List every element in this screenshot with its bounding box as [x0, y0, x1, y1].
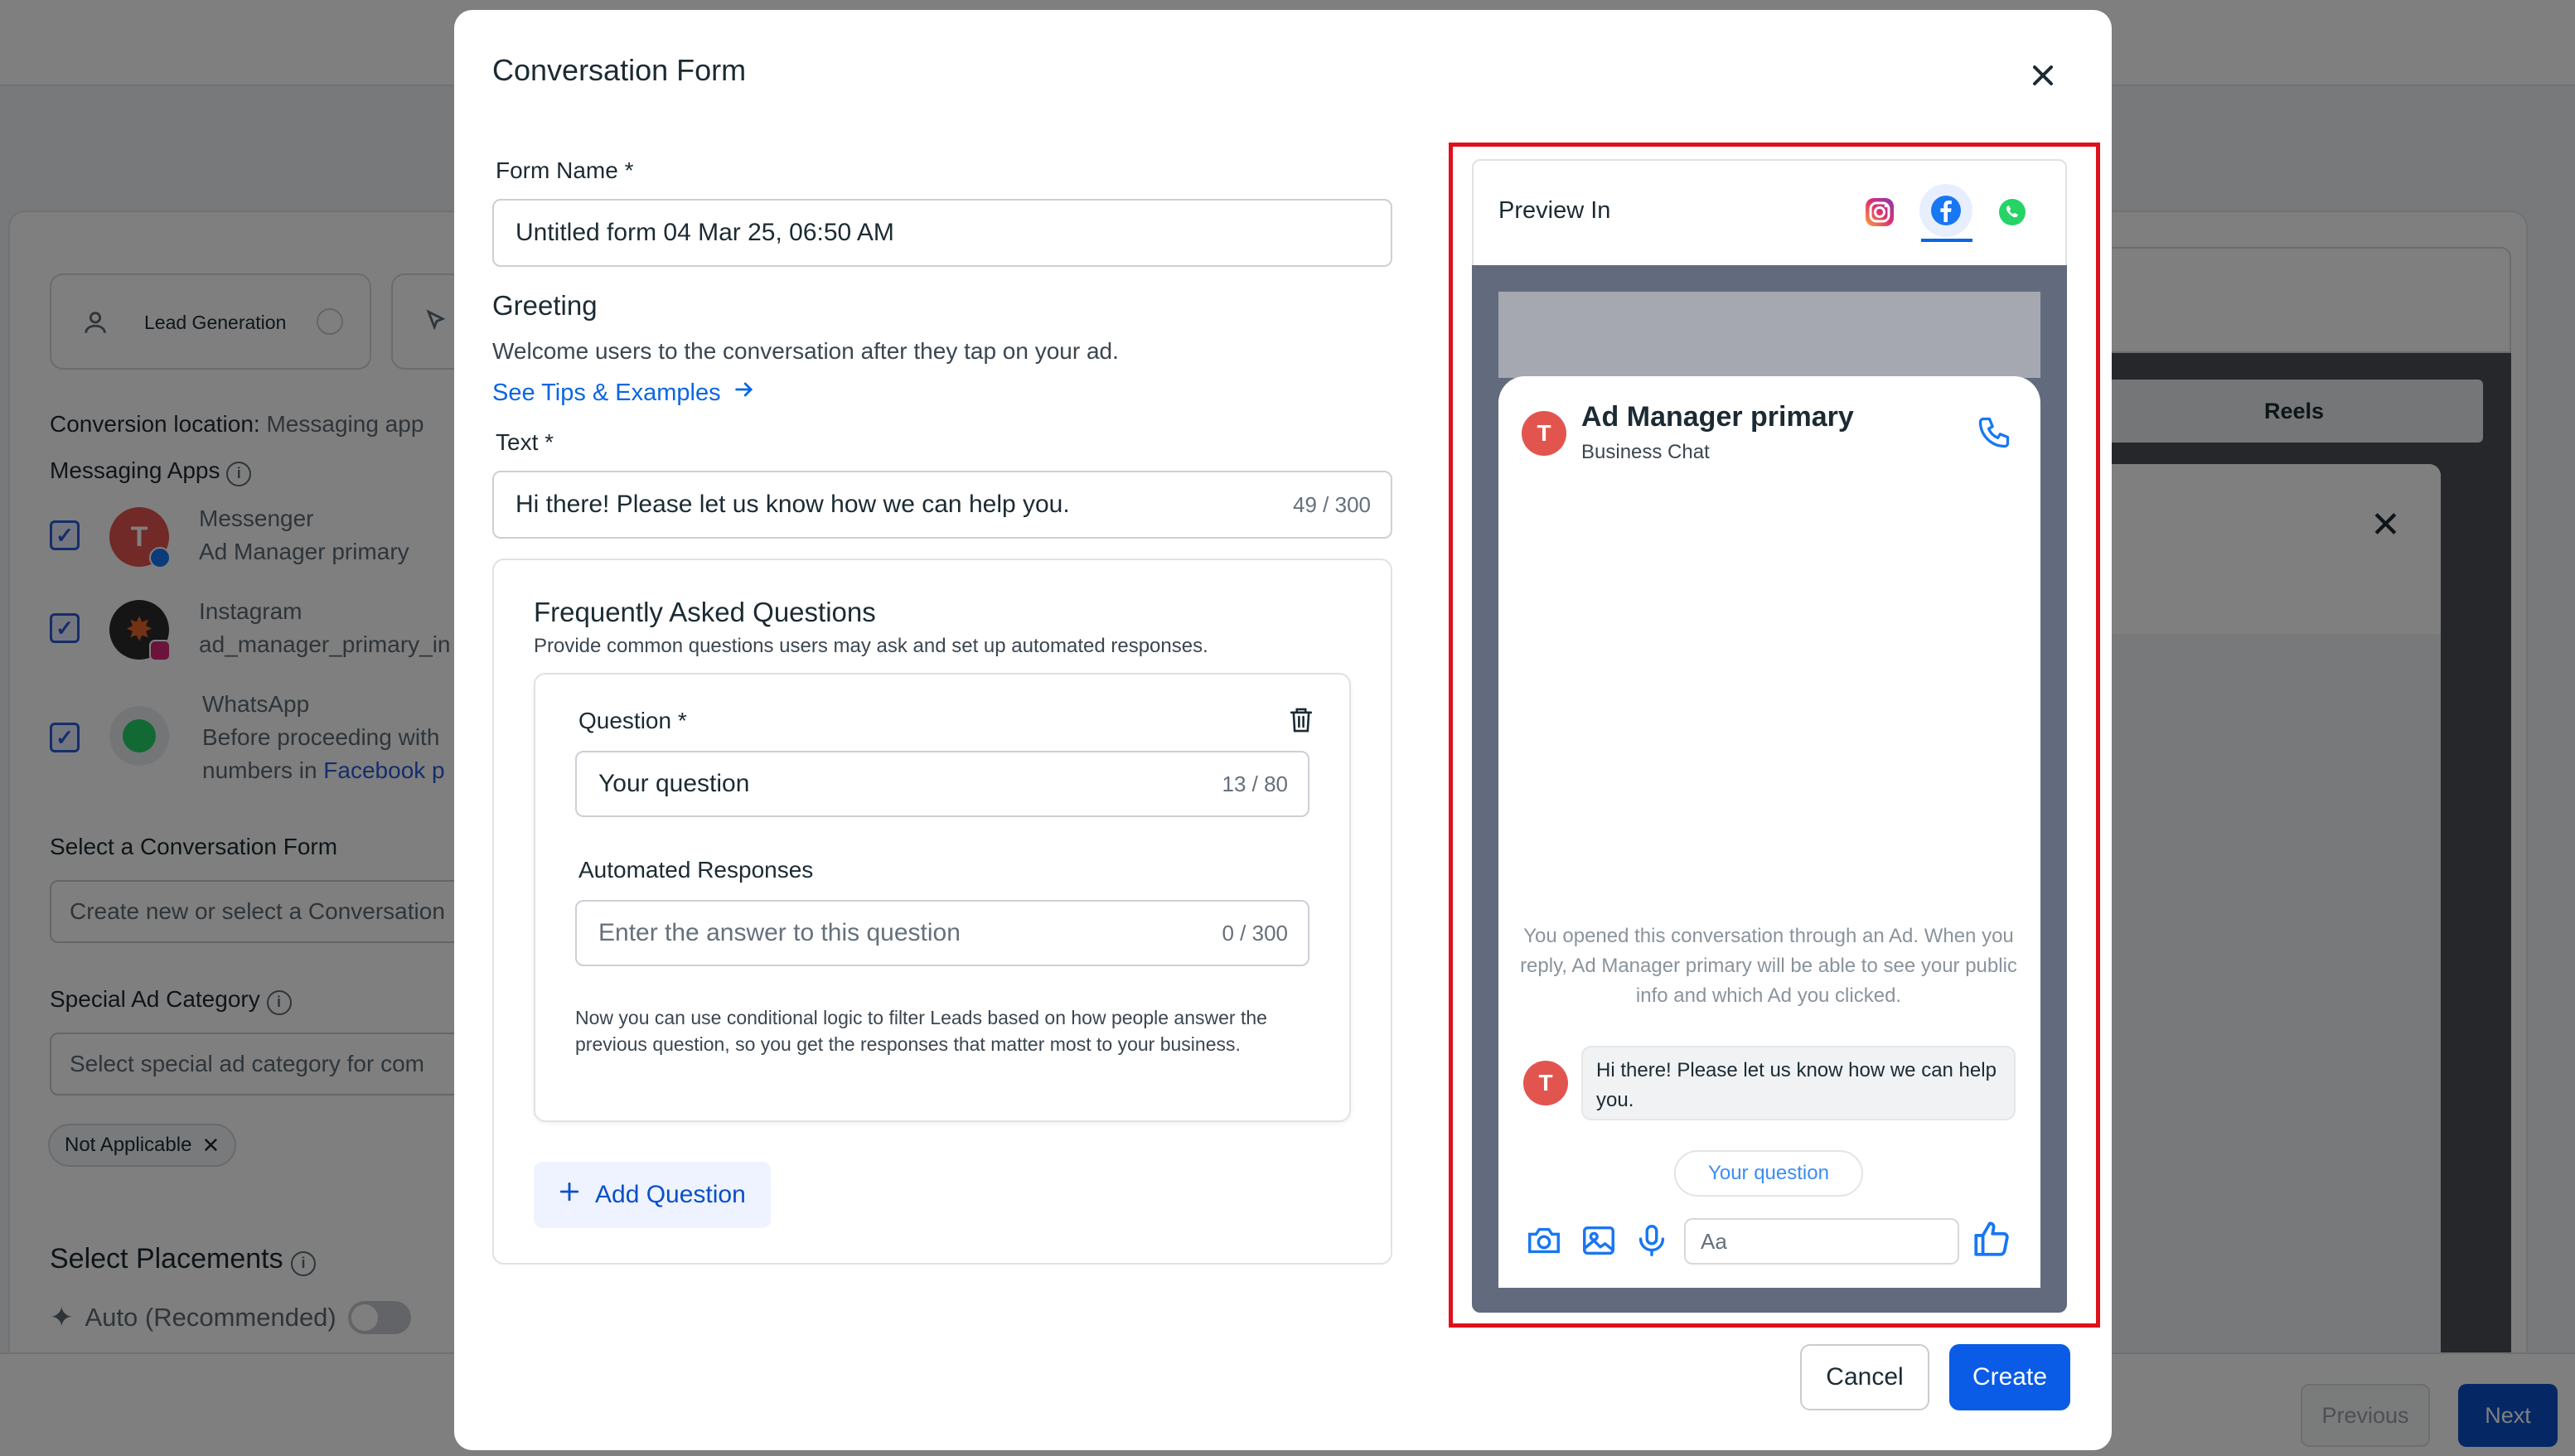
question-value: Your question [598, 770, 750, 797]
question-input[interactable]: Your question 13 / 80 [575, 751, 1309, 817]
add-question-button[interactable]: Add Question [534, 1162, 771, 1228]
greeting-title: Greeting [492, 290, 598, 321]
form-name-label: Form Name * [496, 157, 634, 183]
automated-response-placeholder: Enter the answer to this question [598, 919, 961, 946]
cancel-button[interactable]: Cancel [1800, 1344, 1929, 1410]
preview-highlight-frame [1449, 143, 2100, 1328]
text-label: Text * [496, 429, 554, 455]
close-icon[interactable] [2022, 55, 2064, 96]
response-counter: 0 / 300 [1222, 920, 1288, 946]
see-tips-label: See Tips & Examples [492, 379, 721, 406]
conditional-logic-note: Now you can use conditional logic to fil… [575, 1007, 1267, 1055]
automated-responses-label: Automated Responses [578, 857, 814, 883]
greeting-text-input[interactable]: Hi there! Please let us know how we can … [492, 471, 1392, 539]
question-counter: 13 / 80 [1222, 771, 1288, 796]
greeting-description: Welcome users to the conversation after … [492, 338, 1119, 364]
text-counter: 49 / 300 [1293, 491, 1371, 517]
greeting-text-value: Hi there! Please let us know how we can … [515, 491, 1070, 518]
form-name-input[interactable]: Untitled form 04 Mar 25, 06:50 AM [492, 199, 1392, 267]
plus-icon [559, 1181, 580, 1209]
question-label: Question * [578, 708, 687, 733]
modal-title: Conversation Form [492, 53, 747, 87]
form-name-value: Untitled form 04 Mar 25, 06:50 AM [515, 219, 894, 246]
create-button[interactable]: Create [1949, 1344, 2070, 1410]
faq-title: Frequently Asked Questions [534, 597, 876, 627]
faq-description: Provide common questions users may ask a… [534, 635, 1208, 657]
trash-icon[interactable] [1288, 706, 1314, 738]
add-question-label: Add Question [595, 1181, 746, 1208]
see-tips-link[interactable]: See Tips & Examples [492, 378, 756, 408]
automated-response-input[interactable]: Enter the answer to this question 0 / 30… [575, 900, 1309, 966]
arrow-right-icon [733, 378, 756, 408]
